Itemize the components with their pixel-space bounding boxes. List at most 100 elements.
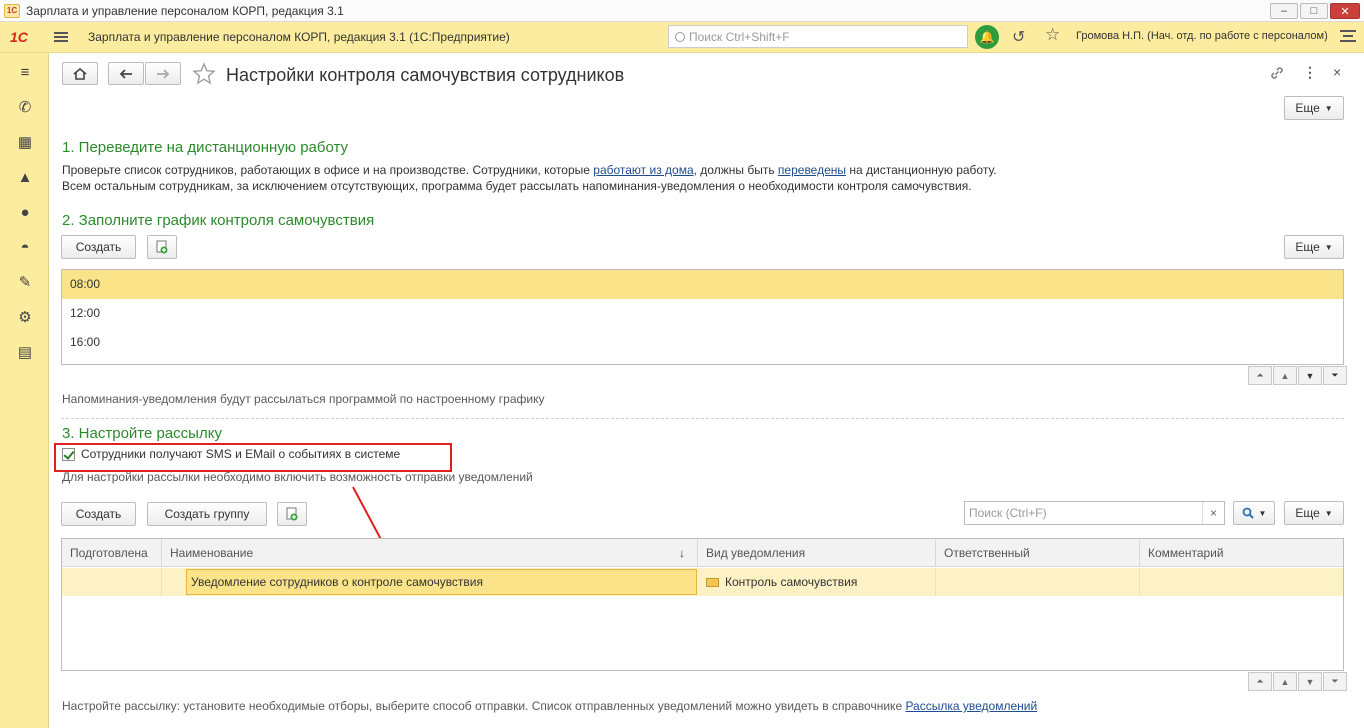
column-name[interactable]: Наименование ↓: [162, 539, 698, 567]
highlight-frame: [54, 443, 452, 472]
cell-name[interactable]: Уведомление сотрудников о контроле самоч…: [186, 569, 697, 595]
global-search-input[interactable]: Поиск Ctrl+Shift+F: [668, 25, 968, 48]
column-comment[interactable]: Комментарий: [1140, 539, 1345, 567]
mailing-add-copy-button[interactable]: [277, 502, 307, 526]
more-button-top-label: Еще: [1295, 101, 1320, 115]
link-mailing-notifications[interactable]: Рассылка уведомлений: [905, 699, 1037, 713]
arrow-right-icon: [157, 68, 170, 79]
main-content: Настройки контроля самочувствия сотрудни…: [49, 53, 1364, 728]
close-form-icon[interactable]: ×: [1333, 64, 1341, 80]
cell-comment[interactable]: [1140, 568, 1345, 596]
add-document-icon: [286, 507, 298, 521]
history-icon[interactable]: ↺: [1012, 27, 1025, 47]
schedule-more-label: Еще: [1295, 240, 1320, 254]
phone-icon[interactable]: ✆: [14, 96, 36, 118]
add-document-icon: [156, 240, 168, 254]
table-row[interactable]: 08:00: [62, 270, 1343, 299]
mailing-table: Подготовлена Наименование ↓ Вид уведомле…: [61, 538, 1344, 671]
settings-menu-icon[interactable]: [1340, 30, 1356, 42]
move-first-button[interactable]: ⏶: [1248, 366, 1272, 385]
mailing-create-group-button[interactable]: Создать группу: [147, 502, 267, 526]
gear-icon[interactable]: ⚙: [14, 306, 36, 328]
minimize-button[interactable]: –: [1270, 3, 1298, 19]
education-icon[interactable]: ▲: [14, 166, 36, 188]
app-logo-icon: 1C: [4, 3, 20, 18]
move-down-button[interactable]: ▼: [1298, 672, 1322, 691]
search-icon: [675, 31, 685, 42]
window-controls: – □ ✕: [1270, 3, 1360, 19]
section1-heading: 1. Переведите на дистанционную работу: [62, 139, 349, 156]
schedule-more-button[interactable]: Еще ▼: [1284, 235, 1344, 259]
schedule-create-button[interactable]: Создать: [61, 235, 136, 259]
helmet-icon[interactable]: ◓: [14, 236, 36, 258]
arrow-left-icon: [119, 68, 132, 79]
forward-button[interactable]: [145, 62, 181, 85]
column-responsible[interactable]: Ответственный: [936, 539, 1140, 567]
home-button[interactable]: [62, 62, 98, 85]
schedule-navigation: ⏶ ▲ ▼ ⏷: [1247, 366, 1347, 385]
mailing-more-label: Еще: [1295, 506, 1320, 520]
section1-text-line1: Проверьте список сотрудников, работающих…: [62, 163, 997, 177]
move-last-button[interactable]: ⏷: [1323, 672, 1347, 691]
notifications-bell-icon[interactable]: 🔔: [975, 25, 999, 49]
main-menu-icon[interactable]: [54, 32, 68, 42]
section1-text-a: Проверьте список сотрудников, работающих…: [62, 163, 594, 177]
move-up-button[interactable]: ▲: [1273, 672, 1297, 691]
column-prepared[interactable]: Подготовлена: [62, 539, 162, 567]
section-divider: [61, 418, 1344, 419]
cell-type[interactable]: Контроль самочувствия: [698, 568, 936, 596]
section1-text-b: , должны быть: [693, 163, 778, 177]
wrench-icon[interactable]: ✎: [14, 271, 36, 293]
mailing-footer-text: Настройте рассылку: установите необходим…: [62, 699, 1037, 713]
gift-icon[interactable]: ▦: [14, 131, 36, 153]
mailing-more-button[interactable]: Еще ▼: [1284, 501, 1344, 525]
cell-responsible[interactable]: [936, 568, 1140, 596]
mailing-navigation: ⏶ ▲ ▼ ⏷: [1247, 672, 1347, 691]
link-work-from-home[interactable]: работают из дома: [593, 163, 693, 177]
move-up-button[interactable]: ▲: [1273, 366, 1297, 385]
current-user[interactable]: Громова Н.П. (Нач. отд. по работе с перс…: [1076, 30, 1328, 42]
global-search-placeholder: Поиск Ctrl+Shift+F: [689, 29, 790, 44]
section2-heading: 2. Заполните график контроля самочувстви…: [62, 212, 375, 229]
table-row[interactable]: 12:00: [62, 299, 1343, 328]
cell-prepared[interactable]: [62, 568, 162, 596]
1c-logo: 1С: [10, 29, 28, 45]
window-title: Зарплата и управление персоналом КОРП, р…: [26, 3, 344, 18]
search-options-button[interactable]: ▼: [1233, 501, 1275, 525]
mailing-search-input[interactable]: Поиск (Ctrl+F) ×: [964, 501, 1225, 525]
schedule-note: Напоминания-уведомления будут рассылатьс…: [62, 392, 545, 406]
section1-text-c: на дистанционную работу.: [846, 163, 997, 177]
chevron-down-icon: ▼: [1324, 508, 1333, 518]
mailing-create-button[interactable]: Создать: [61, 502, 136, 526]
app-toolbar: 1С Зарплата и управление персоналом КОРП…: [0, 22, 1364, 53]
menu-icon[interactable]: ≡: [14, 61, 36, 83]
search-icon: [1242, 507, 1254, 519]
users-icon[interactable]: ●: [14, 201, 36, 223]
section1-text-line2: Всем остальным сотрудникам, за исключени…: [62, 179, 972, 193]
schedule-table: 08:00 12:00 16:00: [61, 269, 1344, 365]
table-row[interactable]: 16:00: [62, 328, 1343, 357]
schedule-add-copy-button[interactable]: [147, 235, 177, 259]
mailing-hint: Для настройки рассылки необходимо включи…: [62, 470, 533, 484]
link-transferred[interactable]: переведены: [778, 163, 846, 177]
cell-type-label: Контроль самочувствия: [725, 575, 858, 589]
move-down-button[interactable]: ▼: [1298, 366, 1322, 385]
mailing-search-placeholder: Поиск (Ctrl+F): [969, 506, 1047, 520]
more-button-top[interactable]: Еще ▼: [1284, 96, 1344, 120]
link-icon[interactable]: [1269, 65, 1285, 81]
table-row[interactable]: Уведомление сотрудников о контроле самоч…: [62, 568, 1343, 596]
favorites-star-icon[interactable]: ☆: [1045, 25, 1060, 45]
section3-heading: 3. Настройте рассылку: [62, 425, 222, 442]
chevron-down-icon: ▼: [1324, 242, 1333, 252]
id-card-icon[interactable]: ▤: [14, 341, 36, 363]
clear-search-button[interactable]: ×: [1202, 502, 1224, 524]
more-actions-icon[interactable]: ⋮: [1303, 64, 1317, 81]
move-first-button[interactable]: ⏶: [1248, 672, 1272, 691]
move-last-button[interactable]: ⏷: [1323, 366, 1347, 385]
back-button[interactable]: [108, 62, 144, 85]
column-type[interactable]: Вид уведомления: [698, 539, 936, 567]
maximize-button[interactable]: □: [1300, 3, 1328, 19]
close-window-button[interactable]: ✕: [1330, 3, 1360, 19]
favorite-star-icon[interactable]: [192, 62, 216, 86]
column-name-label: Наименование: [170, 546, 254, 560]
